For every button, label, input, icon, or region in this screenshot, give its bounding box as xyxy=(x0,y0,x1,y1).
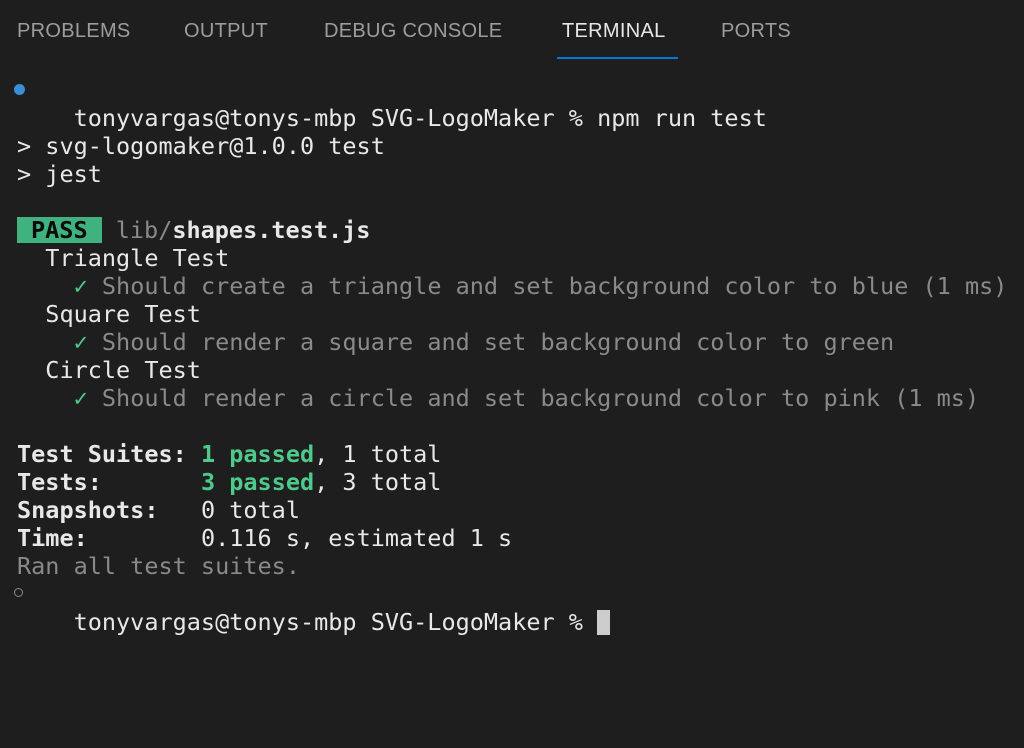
time-label: Time: xyxy=(17,524,88,552)
summary-tests: Tests: 3 passed, 3 total xyxy=(17,468,441,496)
test-case-name: Should render a circle and set backgroun… xyxy=(101,384,980,412)
test-group: Circle Test xyxy=(17,356,201,384)
suites-passed: 1 passed xyxy=(200,440,315,468)
tab-output[interactable]: OUTPUT xyxy=(184,20,268,50)
test-group: Triangle Test xyxy=(17,244,229,272)
script-line-2: > jest xyxy=(17,160,102,188)
tests-label: Tests: xyxy=(17,468,102,496)
snapshots-label: Snapshots: xyxy=(17,496,159,524)
summary-time: Time: 0.116 s, estimated 1 s xyxy=(17,524,512,552)
suites-total: , 1 total xyxy=(314,440,442,468)
final-prompt: tonyvargas@tonys-mbp SVG-LogoMaker % xyxy=(73,608,583,636)
tab-debug-console[interactable]: DEBUG CONSOLE xyxy=(324,20,502,50)
panel-tab-bar: PROBLEMS OUTPUT DEBUG CONSOLE TERMINAL P… xyxy=(0,0,1024,66)
terminal-output[interactable]: tonyvargas@tonys-mbp SVG-LogoMaker % npm… xyxy=(0,76,1024,636)
test-case: ✓ Should render a square and set backgro… xyxy=(17,328,895,356)
tab-terminal[interactable]: TERMINAL xyxy=(562,20,666,50)
tests-passed: 3 passed xyxy=(200,468,315,496)
file-name: shapes.test.js xyxy=(172,216,371,244)
test-case-name: Should create a triangle and set backgro… xyxy=(101,272,1008,300)
check-icon: ✓ xyxy=(73,328,88,356)
pass-badge: PASS xyxy=(17,217,102,244)
prompt-status-dot-icon xyxy=(14,588,23,597)
check-icon: ✓ xyxy=(73,384,88,412)
terminal-cursor[interactable] xyxy=(597,610,611,635)
check-icon: ✓ xyxy=(73,272,88,300)
prompt: tonyvargas@tonys-mbp SVG-LogoMaker % xyxy=(73,104,583,132)
final-prompt-line: tonyvargas@tonys-mbp SVG-LogoMaker % xyxy=(14,580,611,636)
test-group-name: Square Test xyxy=(45,300,201,328)
file-dir: lib/ xyxy=(115,216,173,244)
snapshots-value: 0 total xyxy=(200,496,300,524)
script-line-1: > svg-logomaker@1.0.0 test xyxy=(17,132,385,160)
tab-problems[interactable]: PROBLEMS xyxy=(17,20,131,50)
summary-suites: Test Suites: 1 passed, 1 total xyxy=(17,440,441,468)
command-status-dot-icon xyxy=(14,84,25,95)
command-line: tonyvargas@tonys-mbp SVG-LogoMaker % npm… xyxy=(14,76,767,132)
active-tab-indicator xyxy=(557,57,678,59)
tests-total: , 3 total xyxy=(314,468,442,496)
time-value: 0.116 s, estimated 1 s xyxy=(200,524,513,552)
test-case: ✓ Should create a triangle and set backg… xyxy=(17,272,1008,300)
ran-all-message: Ran all test suites. xyxy=(17,552,300,580)
tab-ports[interactable]: PORTS xyxy=(721,20,791,50)
test-case: ✓ Should render a circle and set backgro… xyxy=(17,384,980,412)
test-file-result: PASS lib/shapes.test.js xyxy=(17,216,370,244)
test-case-name: Should render a square and set backgroun… xyxy=(101,328,895,356)
summary-snapshots: Snapshots: 0 total xyxy=(17,496,300,524)
suites-label: Test Suites: xyxy=(17,440,187,468)
test-group-name: Triangle Test xyxy=(45,244,230,272)
test-group: Square Test xyxy=(17,300,201,328)
command: npm run test xyxy=(597,104,767,132)
test-group-name: Circle Test xyxy=(45,356,201,384)
